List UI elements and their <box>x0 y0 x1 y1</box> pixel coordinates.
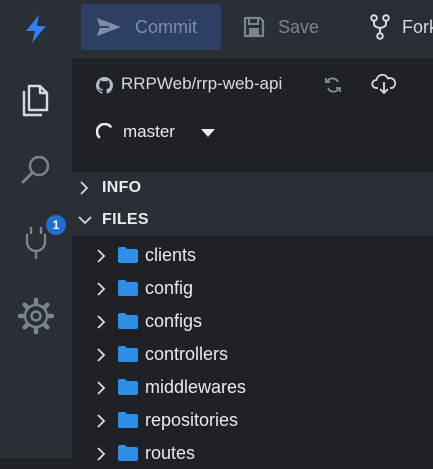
tree-item-label: repositories <box>145 410 239 430</box>
cloud-download-icon[interactable] <box>371 73 397 95</box>
chevron-right-icon <box>97 414 106 428</box>
tree-item-label: middlewares <box>145 377 247 397</box>
commit-button-label: Commit <box>135 16 197 37</box>
repo-header: RRPWeb/rrp-web-api <box>72 68 433 98</box>
folder-icon <box>118 445 138 461</box>
tree-folder-clients[interactable]: clients <box>72 239 433 271</box>
commit-button[interactable]: Commit <box>81 4 221 50</box>
chevron-right-icon <box>97 381 106 395</box>
folder-icon <box>118 280 138 296</box>
save-button[interactable]: Save <box>242 4 319 50</box>
activity-bar: 1 <box>0 0 72 458</box>
tree-item-label: routes <box>145 443 196 463</box>
caret-down-icon[interactable] <box>200 128 216 138</box>
source-control-sidebar: RRPWeb/rrp-web-api master INFO FILES cli… <box>72 58 433 463</box>
section-info[interactable]: INFO <box>72 172 433 204</box>
files-icon[interactable] <box>16 78 56 118</box>
chevron-right-icon <box>97 447 106 461</box>
tree-item-label: controllers <box>145 344 229 364</box>
tree-folder-middlewares[interactable]: middlewares <box>72 371 433 403</box>
folder-icon <box>118 313 138 329</box>
fork-icon <box>370 14 390 40</box>
chevron-right-icon <box>97 282 106 296</box>
folder-icon <box>118 247 138 263</box>
save-button-label: Save <box>278 16 320 37</box>
tree-folder-config[interactable]: config <box>72 272 433 304</box>
tree-item-label: config <box>145 278 194 298</box>
logo-bolt-icon <box>26 15 46 43</box>
toolbar: Commit Save Fork <box>72 0 433 58</box>
folder-icon <box>118 379 138 395</box>
extensions-badge: 1 <box>46 215 66 235</box>
tree-item-label: clients <box>145 245 197 265</box>
chevron-down-icon <box>78 216 92 225</box>
tree-folder-configs[interactable]: configs <box>72 305 433 337</box>
tree-item-label: configs <box>145 311 203 331</box>
save-icon <box>243 16 265 38</box>
folder-icon <box>118 346 138 362</box>
send-icon <box>97 18 121 36</box>
folder-icon <box>118 412 138 428</box>
branch-spinner-icon <box>96 123 112 139</box>
search-icon[interactable] <box>16 150 56 190</box>
branch-selector[interactable]: master <box>72 118 433 146</box>
chevron-right-icon <box>80 181 89 195</box>
tree-folder-routes[interactable]: routes <box>72 437 433 469</box>
fork-button-label: Fork <box>402 16 433 37</box>
section-info-label: INFO <box>102 179 142 196</box>
repo-name[interactable]: RRPWeb/rrp-web-api <box>121 74 282 94</box>
tree-folder-repositories[interactable]: repositories <box>72 404 433 436</box>
branch-name: master <box>123 122 175 141</box>
chevron-right-icon <box>97 315 106 329</box>
chevron-right-icon <box>97 249 106 263</box>
github-icon <box>96 77 113 94</box>
section-files[interactable]: FILES <box>72 204 433 236</box>
section-files-label: FILES <box>102 211 149 228</box>
sync-icon[interactable] <box>324 76 342 94</box>
fork-button[interactable]: Fork <box>370 4 433 50</box>
gear-icon[interactable] <box>16 296 56 336</box>
chevron-right-icon <box>97 348 106 362</box>
tree-folder-controllers[interactable]: controllers <box>72 338 433 370</box>
